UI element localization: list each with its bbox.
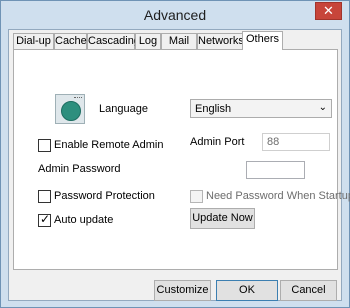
ok-button[interactable]: OK — [216, 280, 278, 301]
tab-label: Mail — [168, 35, 190, 47]
cancel-label: Cancel — [291, 284, 326, 296]
password-protection-checkbox[interactable] — [38, 190, 51, 203]
language-select[interactable]: English ⌄ — [190, 99, 332, 118]
title-bar[interactable]: Advanced ✕ — [1, 1, 349, 29]
customize-button[interactable]: Customize — [154, 280, 211, 301]
tab-label: Log — [138, 35, 158, 47]
tab-label: Cache — [55, 35, 87, 47]
admin-password-field[interactable] — [246, 161, 305, 179]
tab-others[interactable]: Others — [242, 31, 283, 50]
admin-port-field[interactable] — [262, 133, 330, 151]
tab-cascading[interactable]: Cascading — [87, 33, 140, 49]
others-tab-panel: Language English ⌄ Enable Remote Admin A… — [13, 49, 350, 270]
enable-remote-admin-label[interactable]: Enable Remote Admin — [54, 139, 163, 151]
need-password-startup-checkbox[interactable] — [190, 190, 203, 203]
admin-password-label: Admin Password — [38, 163, 121, 175]
enable-remote-admin-checkbox[interactable] — [38, 139, 51, 152]
update-now-label: Update Now — [192, 212, 253, 224]
cancel-button[interactable]: Cancel — [280, 280, 337, 301]
customize-label: Customize — [156, 284, 209, 296]
need-password-startup-label: Need Password When Startup — [206, 190, 350, 202]
tab-label: Dial-up — [16, 35, 51, 47]
globe-shape — [61, 101, 81, 121]
icon-dots — [74, 97, 82, 101]
update-now-button[interactable]: Update Now — [190, 208, 255, 229]
close-icon: ✕ — [323, 3, 334, 18]
tab-log[interactable]: Log — [135, 33, 161, 49]
tab-label: Others — [245, 33, 279, 45]
window-title: Advanced — [143, 7, 207, 23]
ok-label: OK — [239, 284, 255, 296]
admin-port-input[interactable] — [263, 134, 329, 150]
tab-label: Cascading — [88, 35, 140, 47]
language-globe-icon — [55, 94, 85, 124]
chevron-down-icon: ⌄ — [318, 102, 327, 113]
language-label: Language — [99, 103, 148, 115]
auto-update-checkbox[interactable]: ✓ — [38, 212, 51, 227]
admin-port-label: Admin Port — [190, 136, 245, 148]
tab-dial-up[interactable]: Dial-up — [13, 33, 54, 49]
tab-cache[interactable]: Cache — [54, 33, 87, 49]
language-value: English — [195, 103, 232, 115]
checkmark-icon: ✓ — [40, 212, 51, 226]
advanced-dialog: Advanced ✕ Dial-up Cache Cascading Log M… — [0, 0, 350, 308]
tab-networks[interactable]: Networks — [197, 33, 244, 49]
auto-update-label[interactable]: Auto update — [54, 214, 113, 226]
tab-mail[interactable]: Mail — [161, 33, 197, 49]
password-protection-label[interactable]: Password Protection — [54, 190, 155, 202]
close-button[interactable]: ✕ — [315, 2, 342, 20]
tab-label: Networks — [198, 35, 244, 47]
dialog-client-area: Dial-up Cache Cascading Log Mail Network… — [8, 29, 350, 301]
admin-password-input[interactable] — [247, 162, 304, 178]
